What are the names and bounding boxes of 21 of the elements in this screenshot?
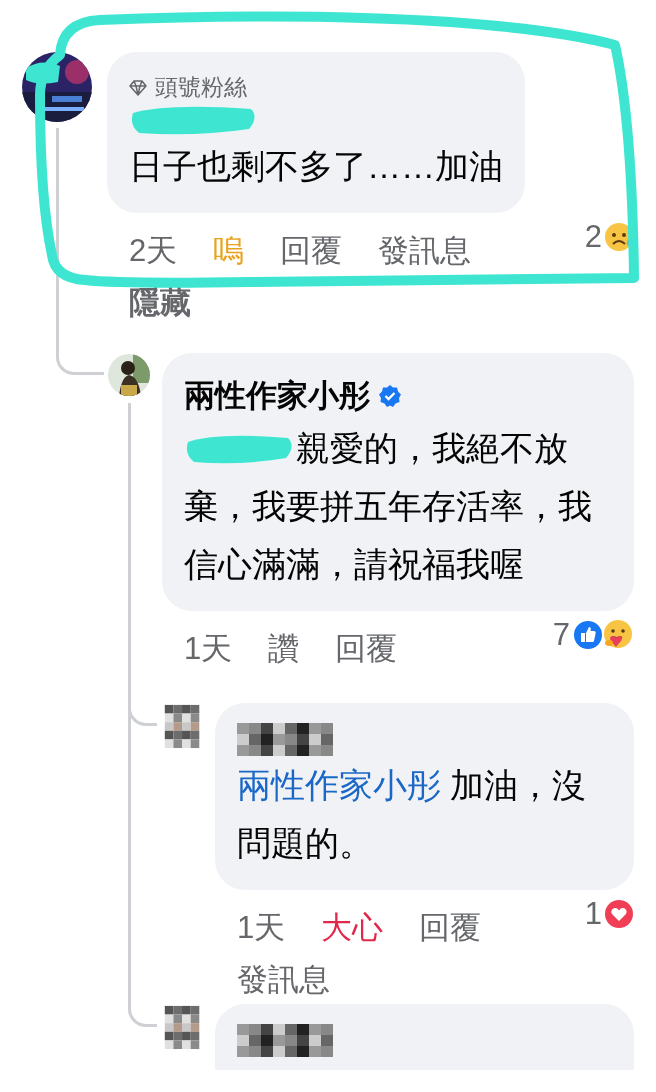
mention-link[interactable]: 兩性作家小彤	[237, 766, 441, 804]
fan-label: 頭號粉絲	[155, 73, 247, 102]
action-link[interactable]: 回覆	[419, 904, 482, 952]
reaction-button[interactable]: 大心	[321, 904, 384, 952]
comment-text: 日子也剩不多了……加油	[129, 146, 503, 187]
comment-text: 兩性作家小彤 加油，沒問題的。	[237, 765, 588, 864]
reaction-count: 7	[552, 617, 570, 653]
hide-link[interactable]: 隱藏	[129, 279, 191, 327]
action-link[interactable]: 發訊息	[378, 227, 472, 275]
action-link[interactable]: 回覆	[280, 227, 343, 275]
reaction-button[interactable]: 讚	[268, 625, 300, 673]
reaction-count: 1	[584, 896, 602, 932]
timestamp: 1天	[237, 909, 286, 947]
action-link[interactable]: 發訊息	[237, 956, 330, 1004]
timestamp: 2天	[129, 232, 178, 270]
action-link[interactable]: 回覆	[335, 625, 398, 673]
timestamp: 1天	[184, 630, 233, 668]
reaction-count: 2	[584, 219, 602, 255]
comment-text: 親愛的，我絕不放棄，我要拼五年存活率，我信心滿滿，請祝福我喔	[184, 428, 593, 585]
author-name[interactable]: 兩性作家小彤	[184, 373, 370, 419]
diamond-icon	[129, 79, 147, 96]
